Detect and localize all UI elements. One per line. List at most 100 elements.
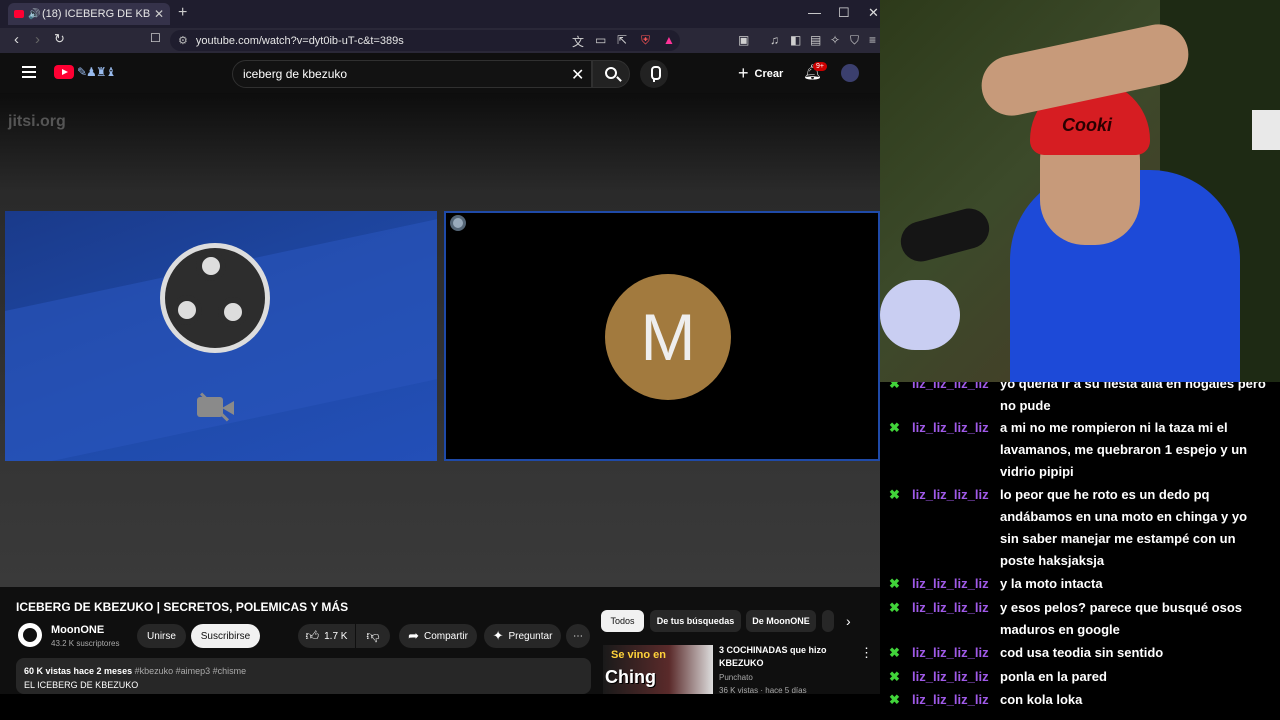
youtube-header: ✎♟♜♝ ✕ + Crear 🔔︎ 9+ xyxy=(0,53,880,93)
search-box: ✕ xyxy=(232,60,592,88)
webcam-plush xyxy=(880,280,960,350)
notification-badge: 9+ xyxy=(813,62,827,71)
chat-username: liz_liz_liz_liz xyxy=(912,576,989,591)
webcam-microphone xyxy=(896,204,994,266)
bottom-black-bar xyxy=(0,694,880,720)
channel-subscribers: 43.2 K suscriptores xyxy=(51,639,120,648)
shield-icon[interactable]: ⛨ xyxy=(641,33,650,48)
close-tab-icon[interactable]: ✕ xyxy=(154,7,164,21)
bookmark-icon[interactable]: ☐ xyxy=(150,31,161,45)
search-icon xyxy=(605,67,617,79)
ai-icon[interactable]: ✧ xyxy=(830,33,840,47)
thumb-text-top: Se vino en xyxy=(611,649,667,661)
clear-search-icon[interactable]: ✕ xyxy=(571,65,584,85)
recommended-title[interactable]: 3 COCHINADAS que hizo KBEZUKO xyxy=(719,644,839,670)
more-vert-icon[interactable]: ⋮ xyxy=(860,645,873,661)
screen: 🔊 (18) ICEBERG DE KBEZUKO | S ✕ + — ☐ ✕ … xyxy=(0,0,1280,720)
chat-text: cod usa teodia sin sentido xyxy=(1000,645,1164,660)
jitsi-watermark: jitsi.org xyxy=(8,113,66,130)
create-button[interactable]: + Crear xyxy=(738,63,783,84)
minimize-icon[interactable]: — xyxy=(808,5,821,20)
split-view-icon[interactable]: ◧ xyxy=(790,33,801,47)
youtube-favicon-icon xyxy=(14,10,24,18)
speaker-icon[interactable]: 🔊 xyxy=(28,9,40,20)
obs-participant-tile xyxy=(5,211,437,461)
plus-icon: + xyxy=(738,63,749,83)
youtube-logo-icon[interactable] xyxy=(54,65,74,79)
chip-de-tus-busquedas[interactable]: De tus búsquedas xyxy=(650,610,741,632)
share-page-icon[interactable]: ⇱ xyxy=(617,33,627,47)
hat-text: Cooki xyxy=(1062,115,1113,135)
youtube-doodle-icon[interactable]: ✎♟♜♝ xyxy=(77,65,116,79)
share-button[interactable]: ➦ Compartir xyxy=(399,624,477,648)
chat-username: liz_liz_liz_liz xyxy=(912,487,989,502)
chat-badge-icon: ✖ xyxy=(889,645,900,660)
wallet-icon[interactable]: ▤ xyxy=(810,33,821,47)
recommended-thumbnail[interactable]: Se vino en Ching xyxy=(603,645,713,694)
chat-badge-icon: ✖ xyxy=(889,487,900,502)
chat-badge-icon: ✖ xyxy=(889,382,900,391)
maximize-icon[interactable]: ☐ xyxy=(838,5,850,21)
like-button[interactable]: 👍︎ 1.7 K xyxy=(298,624,355,648)
like-count: 1.7 K xyxy=(324,630,348,642)
search-input[interactable] xyxy=(243,65,543,83)
url-text: youtube.com/watch?v=dyt0ib-uT-c&t=389s xyxy=(195,34,404,47)
description-box[interactable]: 60 K vistas hace 2 meses #kbezuko #aimep… xyxy=(16,658,591,694)
chat-text: yo quería ir a su fiesta allá en nogales… xyxy=(1000,382,1266,413)
rewards-icon[interactable]: ▲ xyxy=(663,33,675,47)
translate-icon[interactable]: 文 xyxy=(572,33,584,50)
obs-logo-icon xyxy=(160,243,270,353)
join-button[interactable]: Unirse xyxy=(137,624,186,648)
chip-de-moonone[interactable]: De MoonONE xyxy=(746,610,816,632)
more-actions-icon[interactable]: ⋯ xyxy=(566,624,590,648)
browser-tab[interactable]: 🔊 (18) ICEBERG DE KBEZUKO | S ✕ xyxy=(8,3,170,25)
chat-username: liz_liz_liz_liz xyxy=(912,382,989,391)
participant-avatar: M xyxy=(605,274,731,400)
video-player[interactable]: jitsi.org M xyxy=(0,93,880,587)
recommended-channel[interactable]: Punchato xyxy=(719,673,753,682)
chat-text: y la moto intacta xyxy=(1000,576,1103,591)
chat-username: liz_liz_liz_liz xyxy=(912,420,989,435)
webcam-poster xyxy=(1252,110,1280,150)
chat-badge-icon: ✖ xyxy=(889,576,900,591)
forward-icon[interactable]: › xyxy=(35,31,40,48)
create-label: Crear xyxy=(754,67,784,80)
chat-badge-icon: ✖ xyxy=(889,669,900,684)
ask-button[interactable]: ✦ Preguntar xyxy=(484,624,561,648)
music-icon[interactable]: ♫ xyxy=(770,33,779,47)
menu-icon[interactable]: ≡ xyxy=(869,33,876,47)
pin-icon xyxy=(450,215,466,231)
thumbs-up-icon: 👍︎ xyxy=(305,628,320,643)
dislike-button[interactable]: 👎︎ xyxy=(356,624,390,648)
chat-text: con kola loka xyxy=(1000,692,1083,707)
site-info-icon[interactable]: ⚙ xyxy=(178,34,188,47)
subscribe-button[interactable]: Suscribirse xyxy=(191,624,260,648)
reload-icon[interactable]: ↻ xyxy=(54,31,65,47)
channel-name[interactable]: MoonONE xyxy=(51,624,104,636)
chat-badge-icon: ✖ xyxy=(889,420,900,435)
chip-todos[interactable]: Todos xyxy=(601,610,644,632)
account-avatar[interactable] xyxy=(841,64,859,82)
back-icon[interactable]: ‹ xyxy=(14,31,19,48)
hamburger-menu-icon[interactable] xyxy=(22,66,36,78)
ask-label: Preguntar xyxy=(508,630,553,642)
search-button[interactable] xyxy=(592,60,630,88)
chip-partial[interactable] xyxy=(822,610,834,632)
vpn-icon[interactable]: ⛉ xyxy=(850,33,859,48)
tab-title: (18) ICEBERG DE KBEZUKO | S xyxy=(42,8,150,20)
video-title: ICEBERG DE KBEZUKO | SECRETOS, POLEMICAS… xyxy=(16,600,349,614)
chevron-right-icon[interactable]: › xyxy=(846,613,851,629)
chat-username: liz_liz_liz_liz xyxy=(912,669,989,684)
chat-badge-icon: ✖ xyxy=(889,692,900,707)
cast-icon[interactable]: ▭ xyxy=(595,33,606,47)
description-text: EL ICEBERG DE KBEZUKO xyxy=(24,680,139,690)
close-window-icon[interactable]: ✕ xyxy=(868,5,879,21)
video-info-section: ICEBERG DE KBEZUKO | SECRETOS, POLEMICAS… xyxy=(0,587,880,695)
webcam-overlay: Cooki xyxy=(880,0,1280,382)
new-tab-button[interactable]: + xyxy=(178,4,187,22)
hashtags[interactable]: #kbezuko #aimep3 #chisme xyxy=(135,666,247,676)
thumbs-down-icon: 👎︎ xyxy=(366,628,380,643)
voice-search-icon[interactable] xyxy=(640,60,668,88)
channel-avatar[interactable] xyxy=(18,623,42,647)
sidebar-icon[interactable]: ▣ xyxy=(738,33,749,47)
